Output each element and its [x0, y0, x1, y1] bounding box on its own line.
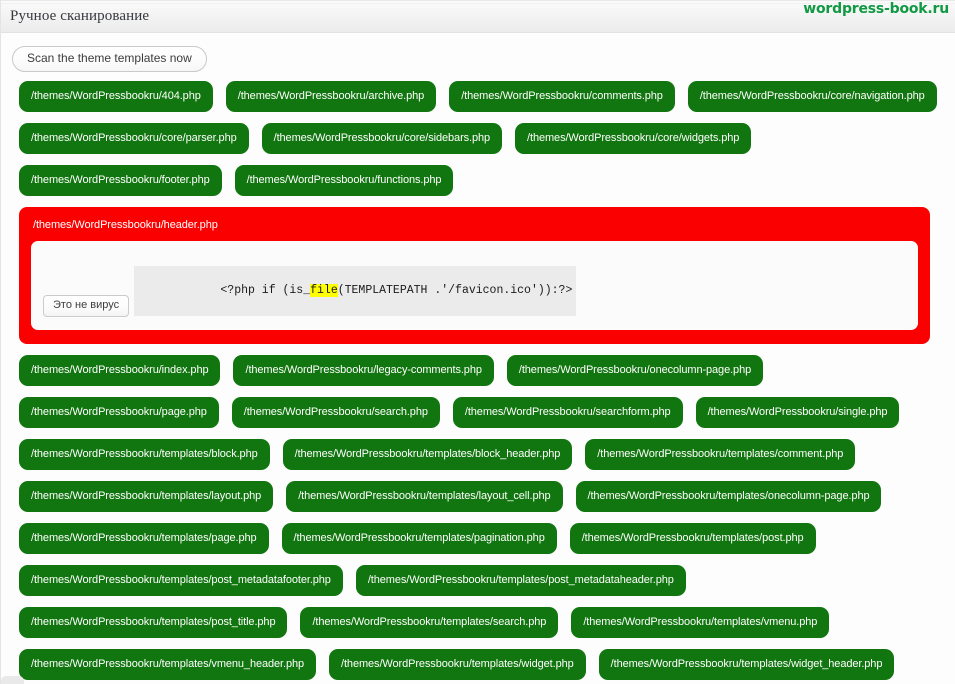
template-file-chip[interactable]: /themes/WordPressbookru/legacy-comments.…: [233, 355, 494, 386]
main-content: Scan the theme templates now /themes/Wor…: [1, 33, 955, 680]
not-virus-button[interactable]: Это не вирус: [43, 295, 130, 317]
template-file-chip[interactable]: /themes/WordPressbookru/templates/search…: [300, 607, 559, 638]
cut-off-chip[interactable]: [1, 676, 25, 684]
template-file-chip[interactable]: /themes/WordPressbookru/templates/commen…: [585, 439, 856, 470]
chip-row: /themes/WordPressbookru/index.php/themes…: [1, 355, 955, 386]
template-file-chip[interactable]: /themes/WordPressbookru/templates/block_…: [282, 439, 573, 470]
scan-templates-button[interactable]: Scan the theme templates now: [12, 46, 207, 72]
chip-row: /themes/WordPressbookru/footer.php/theme…: [1, 165, 955, 196]
chip-row: /themes/WordPressbookru/templates/post_m…: [1, 565, 955, 596]
template-file-chip[interactable]: /themes/WordPressbookru/templates/vmenu.…: [571, 607, 830, 638]
template-file-chip[interactable]: /themes/WordPressbookru/searchform.php: [452, 397, 683, 428]
chip-row: /themes/WordPressbookru/templates/page.p…: [1, 523, 955, 554]
chip-row: /themes/WordPressbookru/page.php/themes/…: [1, 397, 955, 428]
template-file-chip[interactable]: /themes/WordPressbookru/templates/widget…: [329, 649, 586, 680]
template-file-chip[interactable]: /themes/WordPressbookru/templates/layout…: [286, 481, 563, 512]
file-chip-list-top: /themes/WordPressbookru/404.php/themes/W…: [1, 81, 955, 196]
chip-row: /themes/WordPressbookru/templates/vmenu_…: [1, 649, 955, 680]
template-file-chip[interactable]: /themes/WordPressbookru/templates/block.…: [19, 439, 270, 470]
template-file-chip[interactable]: /themes/WordPressbookru/single.php: [695, 397, 900, 428]
template-file-chip[interactable]: /themes/WordPressbookru/templates/post.p…: [569, 523, 816, 554]
template-file-chip[interactable]: /themes/WordPressbookru/templates/pagina…: [281, 523, 557, 554]
template-file-chip[interactable]: /themes/WordPressbookru/templates/onecol…: [575, 481, 882, 512]
chip-row: /themes/WordPressbookru/templates/post_t…: [1, 607, 955, 638]
page-title: Ручное сканирование: [10, 8, 150, 24]
template-file-chip[interactable]: /themes/WordPressbookru/comments.php: [449, 81, 675, 112]
chip-row: /themes/WordPressbookru/404.php/themes/W…: [1, 81, 955, 112]
code-prefix: <?php if (is_: [220, 284, 311, 297]
template-file-chip[interactable]: /themes/WordPressbookru/search.php: [231, 397, 440, 428]
template-file-chip[interactable]: /themes/WordPressbookru/templates/layout…: [19, 481, 274, 512]
file-chip-list-bottom: /themes/WordPressbookru/index.php/themes…: [1, 355, 955, 680]
template-file-chip[interactable]: /themes/WordPressbookru/footer.php: [19, 165, 222, 196]
site-watermark: wordpress-book.ru: [803, 1, 949, 17]
template-file-chip[interactable]: /themes/WordPressbookru/index.php: [19, 355, 221, 386]
template-file-chip[interactable]: /themes/WordPressbookru/onecolumn-page.p…: [506, 355, 764, 386]
template-file-chip[interactable]: /themes/WordPressbookru/functions.php: [234, 165, 454, 196]
chip-row: /themes/WordPressbookru/templates/block.…: [1, 439, 955, 470]
scan-toolbar: Scan the theme templates now: [1, 46, 955, 81]
chip-row: /themes/WordPressbookru/core/parser.php /…: [1, 123, 955, 154]
alert-detail-panel: Это не вирус <?php if (is_file(TEMPLATEP…: [31, 241, 918, 330]
page-container: Ручное сканирование Scan the theme templ…: [0, 0, 955, 684]
template-file-chip[interactable]: /themes/WordPressbookru/templates/post_t…: [19, 607, 288, 638]
template-file-chip[interactable]: /themes/WordPressbookru/404.php: [19, 81, 213, 112]
template-file-chip[interactable]: /themes/WordPressbookru/templates/post_m…: [19, 565, 343, 596]
chip-row: /themes/WordPressbookru/templates/layout…: [1, 481, 955, 512]
template-file-chip[interactable]: /themes/WordPressbookru/templates/vmenu_…: [19, 649, 317, 680]
template-file-chip[interactable]: /themes/WordPressbookru/core/widgets.php: [515, 123, 752, 154]
template-file-chip[interactable]: /themes/WordPressbookru/templates/widget…: [598, 649, 895, 680]
alert-row: /themes/WordPressbookru/header.php Это н…: [1, 207, 955, 344]
template-file-chip[interactable]: /themes/WordPressbookru/page.php: [19, 397, 219, 428]
cut-off-row: [1, 676, 25, 684]
template-file-chip[interactable]: /themes/WordPressbookru/archive.php: [225, 81, 437, 112]
template-file-chip[interactable]: /themes/WordPressbookru/templates/post_m…: [355, 565, 686, 596]
code-highlight: file: [310, 284, 338, 297]
template-file-chip[interactable]: /themes/WordPressbookru/core/sidebars.ph…: [261, 123, 503, 154]
suspicious-code-snippet: <?php if (is_file(TEMPLATEPATH .'/favico…: [133, 266, 577, 316]
template-file-chip[interactable]: /themes/WordPressbookru/core/parser.php: [19, 123, 249, 154]
code-suffix: (TEMPLATEPATH .'/favicon.ico')):?>: [337, 284, 573, 297]
virus-alert: /themes/WordPressbookru/header.php Это н…: [19, 207, 930, 344]
template-file-chip[interactable]: /themes/WordPressbookru/templates/page.p…: [19, 523, 269, 554]
template-file-chip[interactable]: /themes/WordPressbookru/core/navigation.…: [687, 81, 937, 112]
alert-file-path: /themes/WordPressbookru/header.php: [33, 219, 218, 231]
